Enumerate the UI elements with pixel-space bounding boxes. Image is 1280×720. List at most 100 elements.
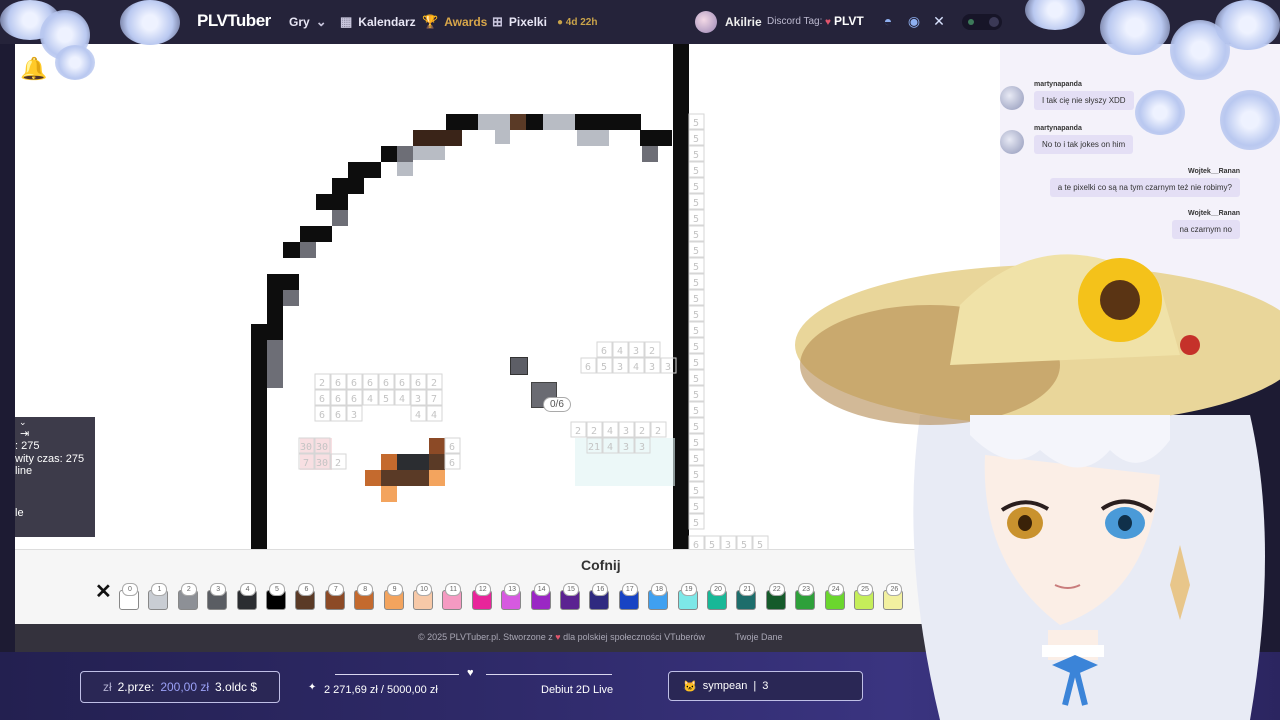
svg-text:6: 6 xyxy=(351,394,357,405)
svg-text:2: 2 xyxy=(335,458,341,469)
svg-text:3: 3 xyxy=(633,346,639,357)
timer-dot-icon: ● xyxy=(556,16,563,28)
svg-text:5: 5 xyxy=(693,182,699,193)
svg-text:5: 5 xyxy=(693,470,699,481)
notification-bell-icon[interactable]: 🔔 xyxy=(20,56,47,82)
svg-text:5: 5 xyxy=(693,134,699,145)
svg-text:6: 6 xyxy=(415,378,421,389)
svg-text:5: 5 xyxy=(601,362,607,373)
site-logo[interactable]: PLVTuber xyxy=(197,11,271,31)
color-swatch-number: 14 xyxy=(533,583,550,596)
nav-pixelki[interactable]: ⊞ Pixelki ● 4d 22h xyxy=(492,14,597,30)
svg-text:3: 3 xyxy=(617,362,623,373)
your-data-link[interactable]: Twoje Dane xyxy=(735,632,783,642)
svg-text:6: 6 xyxy=(449,442,455,453)
svg-text:5: 5 xyxy=(693,486,699,497)
discord-icon[interactable]: ◓ xyxy=(879,12,897,30)
chat-message: Wojtek__Ranan a te pixelki co są na tym … xyxy=(1040,168,1240,197)
svg-text:5: 5 xyxy=(693,310,699,321)
donation-goal-name: Debiut 2D Live xyxy=(541,684,614,696)
nav-awards[interactable]: 🏆 Awards xyxy=(422,14,487,30)
nav-calendar[interactable]: ▦ Kalendarz xyxy=(340,14,416,30)
svg-text:2: 2 xyxy=(649,346,655,357)
chat-username: Wojtek__Ranan xyxy=(1188,210,1240,217)
stats-line-4: le xyxy=(15,507,24,519)
svg-text:4: 4 xyxy=(399,394,405,405)
user-menu[interactable]: Akilrie xyxy=(695,11,762,33)
goal-target: 5000,00 zł xyxy=(387,684,438,696)
svg-text:3: 3 xyxy=(415,394,421,405)
color-swatch-number: 3 xyxy=(210,583,227,596)
svg-text:2: 2 xyxy=(639,426,645,437)
color-swatch-number: 12 xyxy=(474,583,491,596)
svg-text:5: 5 xyxy=(693,390,699,401)
svg-text:2: 2 xyxy=(575,426,581,437)
svg-text:5: 5 xyxy=(693,342,699,353)
svg-text:2: 2 xyxy=(431,378,437,389)
nav-games-label: Gry xyxy=(289,15,310,29)
svg-text:4: 4 xyxy=(607,442,613,453)
svg-text:7: 7 xyxy=(431,394,437,405)
stats-line-2: wity czas: 275 xyxy=(15,453,85,465)
chat-text: No to i tak jokes on him xyxy=(1034,135,1134,154)
color-swatch-number: 2 xyxy=(180,583,197,596)
sub-count: 3 xyxy=(762,680,769,692)
color-swatch-number: 19 xyxy=(680,583,697,596)
donor-rank-3: 3.oldc $ xyxy=(215,680,258,694)
chat-avatar xyxy=(1000,86,1024,110)
discord-tag-value: ♥ PLVT xyxy=(825,14,864,28)
svg-text:2: 2 xyxy=(591,426,597,437)
color-swatch-number: 17 xyxy=(621,583,638,596)
undo-button[interactable]: Cofnij xyxy=(581,557,621,573)
svg-text:3: 3 xyxy=(623,442,629,453)
svg-text:5: 5 xyxy=(693,262,699,273)
color-swatch-number: 15 xyxy=(563,583,579,596)
logout-icon[interactable]: ⇥ xyxy=(20,427,29,440)
svg-text:30: 30 xyxy=(316,458,328,469)
svg-text:5: 5 xyxy=(693,118,699,129)
color-swatch-number: 7 xyxy=(327,583,344,596)
grid-icon: ⊞ xyxy=(492,14,503,29)
pixelki-timer-text: 4d 22h xyxy=(565,16,598,28)
svg-text:6: 6 xyxy=(335,394,341,405)
color-swatch-number: 9 xyxy=(386,583,403,596)
svg-text:3: 3 xyxy=(665,362,671,373)
color-swatch-number: 1 xyxy=(151,583,168,596)
svg-text:4: 4 xyxy=(431,410,437,421)
goal-progress-line-left xyxy=(335,674,459,675)
svg-text:6: 6 xyxy=(319,394,325,405)
svg-text:5: 5 xyxy=(693,438,699,449)
svg-text:5: 5 xyxy=(693,502,699,513)
x-icon[interactable]: ✕ xyxy=(930,12,948,30)
theme-toggle[interactable] xyxy=(962,14,1002,30)
color-swatch-number: 8 xyxy=(357,583,374,596)
chat-avatar xyxy=(1000,130,1024,154)
heart-icon: ♥ xyxy=(467,667,474,679)
nav-pixelki-label: Pixelki xyxy=(508,15,547,29)
user-stats-panel: ⌄ ⇥ : 275 wity czas: 275 line le xyxy=(15,417,95,537)
top-donors-pill: zł 2.prze: 200,00 zł 3.oldc $ xyxy=(80,671,280,703)
svg-text:3: 3 xyxy=(639,442,645,453)
color-swatch-number: 4 xyxy=(239,583,256,596)
nav-games[interactable]: Gry ⌄ xyxy=(289,14,327,30)
svg-text:5: 5 xyxy=(693,246,699,257)
svg-text:5: 5 xyxy=(693,374,699,385)
color-swatch-number: 11 xyxy=(445,583,462,596)
color-swatch-number: 18 xyxy=(651,583,668,596)
avatar xyxy=(695,11,717,33)
discord-tag-label: Discord Tag: xyxy=(767,16,823,27)
close-palette-button[interactable]: ✕ xyxy=(95,579,112,604)
chat-message: martynapanda I tak cię nie słyszy XDD xyxy=(1034,81,1134,110)
chat-username: Wojtek__Ranan xyxy=(1188,168,1240,175)
color-swatch-number: 21 xyxy=(739,583,756,596)
donor-rank-2: 2.prze: xyxy=(117,680,155,694)
svg-text:6: 6 xyxy=(367,378,373,389)
donor-currency: zł xyxy=(102,680,112,694)
svg-text:6: 6 xyxy=(335,378,341,389)
svg-text:3: 3 xyxy=(351,410,357,421)
reddit-icon[interactable]: ◉ xyxy=(905,12,923,30)
top-navigation-bar: PLVTuber Gry ⌄ ▦ Kalendarz 🏆 Awards ⊞ Pi… xyxy=(0,0,1280,44)
chat-text: I tak cię nie słyszy XDD xyxy=(1034,91,1134,110)
pixel-selection-cursor[interactable] xyxy=(510,357,528,375)
goal-separator: / xyxy=(380,684,384,696)
